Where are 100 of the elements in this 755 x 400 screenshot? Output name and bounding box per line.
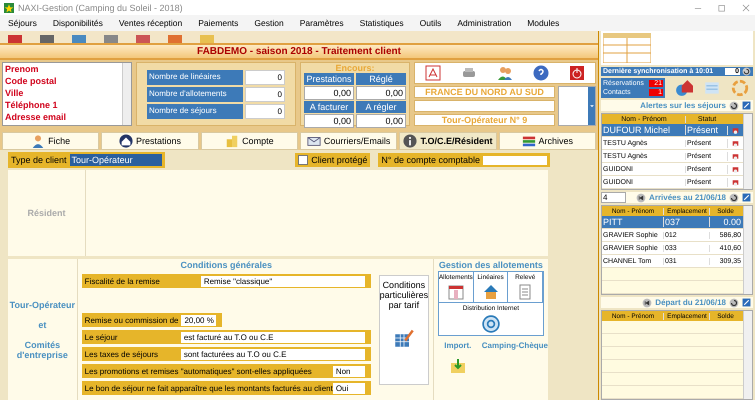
header-bar: FABDEMO - saison 2018 - Traitement client <box>0 45 598 60</box>
calendar-icon <box>448 284 464 300</box>
field-label: Type de client <box>11 155 67 165</box>
folder-import-icon <box>450 358 466 374</box>
menu-item[interactable]: Modules <box>519 18 568 28</box>
section-label: Résident <box>27 208 66 218</box>
menu-item[interactable]: Gestion <box>246 18 292 28</box>
skip-icon <box>642 298 652 308</box>
counter-value: 0 <box>245 104 285 118</box>
menu-item[interactable]: Disponibilités <box>44 18 111 28</box>
skip-icon <box>636 192 646 203</box>
input-field[interactable]: 20,00 % <box>181 314 216 326</box>
house-icon <box>482 284 499 300</box>
table-row[interactable]: PITT 037 0.00 <box>602 216 743 230</box>
globe-house-icon <box>675 79 693 98</box>
scrollbar[interactable] <box>743 206 752 294</box>
refresh-icon <box>729 192 739 203</box>
person-icon <box>31 134 46 148</box>
close-icon <box>741 2 751 12</box>
tab[interactable]: Archives <box>498 132 596 150</box>
section-label: Tour-Opérateur <box>10 300 75 310</box>
dropdown[interactable] <box>558 86 596 126</box>
checkbox[interactable] <box>298 155 308 165</box>
counter-label: Nombre de séjours <box>147 104 243 118</box>
input-field[interactable] <box>483 156 547 164</box>
field-label: N° de compte comptable <box>381 155 480 165</box>
section-title: Gestion des allotements <box>438 259 544 271</box>
app-logo-icon <box>4 2 14 12</box>
pdf-icon <box>425 65 441 81</box>
sync-circle-icon <box>731 79 749 98</box>
section-label: Comités d'entreprise <box>16 340 69 360</box>
client-type-select[interactable]: Tour-Opérateur <box>70 154 162 166</box>
section-title: Conditions générales <box>179 259 274 271</box>
scrollbar[interactable] <box>743 114 752 190</box>
field-label: Les taxes de séjours <box>84 350 158 358</box>
encours-title: Encours: <box>335 63 374 73</box>
amount-label: A facturer <box>304 101 354 113</box>
select-field[interactable]: sont facturées au T.O ou C.E <box>180 348 371 360</box>
menu-item[interactable]: Paramètres <box>292 18 352 28</box>
section-label: et <box>38 320 46 330</box>
select-field[interactable]: est facturé au T.O ou C.E <box>180 332 371 342</box>
field-label: Fiscalité de la remise <box>84 276 160 286</box>
panel-title: Arrivées au 21/06/18 <box>649 193 726 202</box>
window-title: NAXI-Gestion (Camping du Soleil - 2018) <box>18 2 183 12</box>
counter-value: 0 <box>245 70 285 84</box>
help-icon <box>533 65 549 81</box>
counter-label: Nombre de linéaires <box>147 70 243 84</box>
toolbar-icon <box>102 35 120 43</box>
toolbar-icon <box>134 35 152 43</box>
amount-label: A régler <box>356 101 406 113</box>
scrollbar[interactable] <box>122 63 131 125</box>
checkbox-label: Client protégé <box>311 155 368 165</box>
field-label: Remise ou commission de <box>84 316 178 324</box>
scrollbar[interactable] <box>743 311 752 399</box>
tarif-panel[interactable]: Conditions particulières par tarif <box>378 275 429 385</box>
restore-icon <box>717 2 727 12</box>
amount-value: 0,00 <box>304 86 354 100</box>
contact-field-label: Prenom <box>5 63 40 75</box>
tab[interactable]: Fiche <box>2 132 100 150</box>
menu-item[interactable]: Statistiques <box>352 18 412 28</box>
toolbar-icon <box>6 35 24 43</box>
document-icon <box>517 284 534 300</box>
export-icon <box>742 101 751 110</box>
field-label: Le bon de séjour ne fait apparaître que les montants facturés au client <box>84 384 333 392</box>
select-field[interactable]: Non <box>332 366 371 376</box>
panel-title: Alertes sur les séjours <box>640 101 726 110</box>
refresh-icon <box>729 100 739 111</box>
export-icon <box>742 298 751 308</box>
select-field[interactable]: Remise "classique" <box>200 276 371 286</box>
table-row[interactable]: DUFOUR Michel Présent <box>602 124 743 138</box>
export-icon <box>742 193 751 202</box>
people-icon <box>497 65 513 81</box>
amount-label: Réglé <box>356 73 406 85</box>
field-label: Le séjour <box>84 332 118 342</box>
amount-label: Prestations <box>304 73 354 85</box>
refresh-icon <box>742 67 751 76</box>
menu-item[interactable]: Outils <box>412 18 450 28</box>
menu-item[interactable]: Ventes réception <box>110 18 190 28</box>
panel-label: Conditions particulières par tarif <box>380 280 428 310</box>
edit-grid-icon <box>394 328 414 348</box>
counter-label: Nombre d'allotements <box>147 86 243 102</box>
client-region: FRANCE DU NORD AU SUD <box>414 86 555 98</box>
select-field[interactable]: Oui <box>332 382 371 394</box>
tab[interactable]: Courriers/Emails <box>300 132 398 150</box>
info-icon <box>403 134 418 148</box>
refresh-icon <box>729 298 739 308</box>
count-field[interactable]: 4 <box>601 192 626 204</box>
tab[interactable]: T.O/C.E/Résident <box>399 132 497 150</box>
contact-field-label: Adresse email <box>5 111 68 123</box>
field-label: Les promotions et remises "automatiques" sont-elles appliquées <box>84 366 312 376</box>
menu-item[interactable]: Séjours <box>0 18 45 28</box>
menu-item[interactable]: Administration <box>449 18 520 28</box>
amount-value: 0,00 <box>304 114 354 128</box>
menu-item[interactable]: Paiements <box>190 18 246 28</box>
toolbar-icon <box>198 35 216 43</box>
toolbar-icon <box>38 35 56 43</box>
panel-title: Départ du 21/06/18 <box>655 298 726 308</box>
house-icon <box>118 134 133 148</box>
tab[interactable]: Compte <box>200 132 298 150</box>
tab[interactable]: Prestations <box>101 132 199 150</box>
